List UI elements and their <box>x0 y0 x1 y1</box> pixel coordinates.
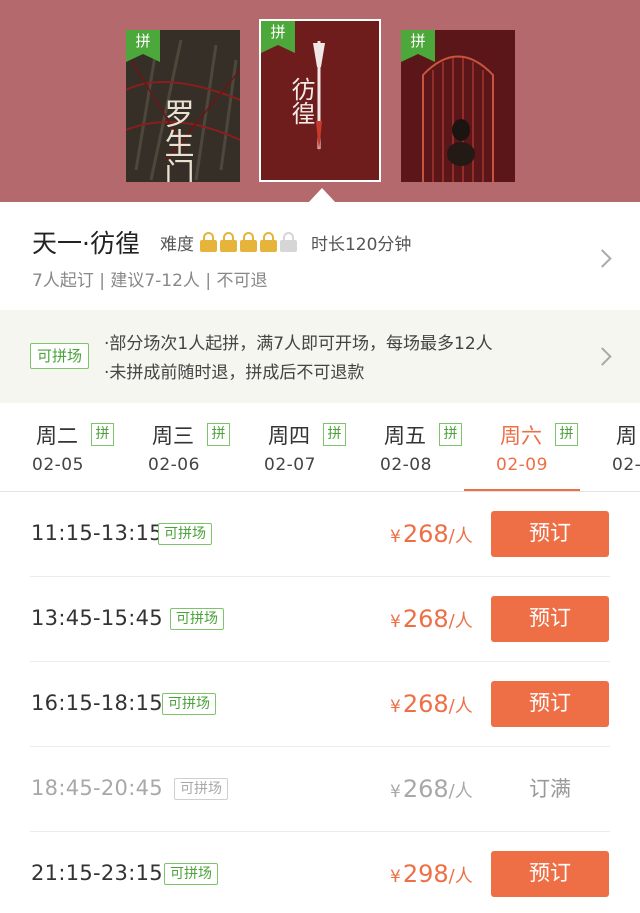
group-tag: 可拼场 <box>30 343 90 369</box>
price-unit: /人 <box>448 611 473 632</box>
session-row: 16:15-18:15 可拼场 ¥268/人 预订 <box>0 662 640 747</box>
price: ¥268/人 <box>390 690 473 718</box>
session-time: 11:15-13:15 <box>31 521 163 545</box>
session-row: 13:45-15:45 可拼场 ¥268/人 预订 <box>0 577 640 662</box>
group-badge: 拼 <box>323 423 346 446</box>
group-badge: 拼 <box>555 423 578 446</box>
poster-carousel: 罗生门 拼 彷徨 拼 拼 <box>0 0 640 203</box>
weekday: 周二 <box>36 424 78 448</box>
lock-icon <box>219 232 237 252</box>
book-button[interactable]: 预订 <box>491 681 609 727</box>
difficulty-label: 难度 <box>159 234 194 255</box>
group-badge: 拼 <box>261 21 295 53</box>
session-time: 16:15-18:15 <box>31 691 163 715</box>
chevron-right-icon[interactable] <box>593 347 612 366</box>
date-tabs: 周二 拼 02-05 周三 拼 02-06 周四 拼 02-07 周五 拼 02… <box>0 403 640 492</box>
group-tag: 可拼场 <box>158 523 212 545</box>
group-tag: 可拼场 <box>170 608 224 630</box>
poster-title-art: 彷徨 <box>287 77 315 125</box>
show-info[interactable]: 天一·彷徨 难度 时长120分钟 7人起订 | 建议7-12人 | 不可退 <box>0 202 640 310</box>
weekday: 周三 <box>152 424 194 448</box>
weekday: 周四 <box>268 424 310 448</box>
tab-day[interactable]: 周四 拼 02-07 <box>232 403 348 491</box>
price-unit: /人 <box>448 696 473 717</box>
notice-line: ·部分场次1人起拼，满7人即可开场，每场最多12人 <box>104 334 493 354</box>
tab-day[interactable]: 周二 拼 02-05 <box>0 403 116 491</box>
session-time: 18:45-20:45 <box>31 776 163 800</box>
price-unit: /人 <box>448 866 473 887</box>
lock-icon <box>199 232 217 252</box>
price: ¥268/人 <box>390 520 473 548</box>
price-unit: /人 <box>448 526 473 547</box>
weekday: 周日 <box>616 424 640 448</box>
booking-rules: 7人起订 | 建议7-12人 | 不可退 <box>32 271 268 291</box>
session-time: 13:45-15:45 <box>31 606 163 630</box>
currency: ¥ <box>390 527 401 547</box>
poster-cage[interactable]: 拼 <box>401 30 515 182</box>
session-row: 21:15-23:15 可拼场 ¥298/人 预订 <box>0 832 640 913</box>
date: 02-09 <box>496 455 548 475</box>
session-row: 11:15-13:15 可拼场 ¥268/人 预订 <box>0 492 640 577</box>
session-time: 21:15-23:15 <box>31 861 163 885</box>
difficulty-rating <box>199 232 297 252</box>
group-tag: 可拼场 <box>164 863 218 885</box>
price-unit: /人 <box>448 781 473 802</box>
book-button[interactable]: 预订 <box>491 511 609 557</box>
currency: ¥ <box>390 782 401 802</box>
date: 02-07 <box>264 455 316 475</box>
session-row-full: 18:45-20:45 可拼场 ¥268/人 订满 <box>0 747 640 832</box>
selected-pointer <box>308 188 336 203</box>
chevron-right-icon[interactable] <box>593 249 612 268</box>
group-play-notice[interactable]: 可拼场 ·部分场次1人起拼，满7人即可开场，每场最多12人 ·未拼成前随时退，拼… <box>0 310 640 403</box>
duration: 时长120分钟 <box>310 234 412 255</box>
price: ¥268/人 <box>390 775 473 803</box>
group-badge: 拼 <box>91 423 114 446</box>
date: 02-05 <box>32 455 84 475</box>
currency: ¥ <box>390 697 401 717</box>
weekday: 周五 <box>384 424 426 448</box>
poster-title-art: 罗生门 <box>159 98 194 182</box>
lock-icon <box>259 232 277 252</box>
group-badge: 拼 <box>207 423 230 446</box>
price-value: 268 <box>402 520 449 548</box>
date: 02-08 <box>380 455 432 475</box>
sold-out-label: 订满 <box>529 777 571 801</box>
currency: ¥ <box>390 867 401 887</box>
price: ¥298/人 <box>390 860 473 888</box>
session-list: 11:15-13:15 可拼场 ¥268/人 预订 13:45-15:45 可拼… <box>0 492 640 913</box>
price: ¥268/人 <box>390 605 473 633</box>
book-button[interactable]: 预订 <box>491 851 609 897</box>
poster-panghuang-selected[interactable]: 彷徨 拼 <box>259 19 381 182</box>
price-value: 268 <box>402 690 449 718</box>
notice-line: ·未拼成前随时退，拼成后不可退款 <box>104 363 365 383</box>
lock-icon <box>239 232 257 252</box>
show-title: 天一·彷徨 <box>32 229 140 258</box>
book-button[interactable]: 预订 <box>491 596 609 642</box>
lock-icon <box>279 232 297 252</box>
price-value: 268 <box>402 605 449 633</box>
currency: ¥ <box>390 612 401 632</box>
price-value: 268 <box>402 775 449 803</box>
poster-rashomon[interactable]: 罗生门 拼 <box>126 30 240 182</box>
tab-day[interactable]: 周日 02-10 <box>580 403 640 491</box>
tab-day-active[interactable]: 周六 拼 02-09 <box>464 403 580 491</box>
tab-day[interactable]: 周三 拼 02-06 <box>116 403 232 491</box>
date: 02-06 <box>148 455 200 475</box>
group-badge: 拼 <box>401 30 435 62</box>
tab-day[interactable]: 周五 拼 02-08 <box>348 403 464 491</box>
group-badge: 拼 <box>126 30 160 62</box>
group-tag: 可拼场 <box>162 693 216 715</box>
weekday: 周六 <box>500 424 542 448</box>
group-tag: 可拼场 <box>174 778 228 800</box>
group-badge: 拼 <box>439 423 462 446</box>
date: 02-10 <box>612 455 640 475</box>
price-value: 298 <box>402 860 449 888</box>
